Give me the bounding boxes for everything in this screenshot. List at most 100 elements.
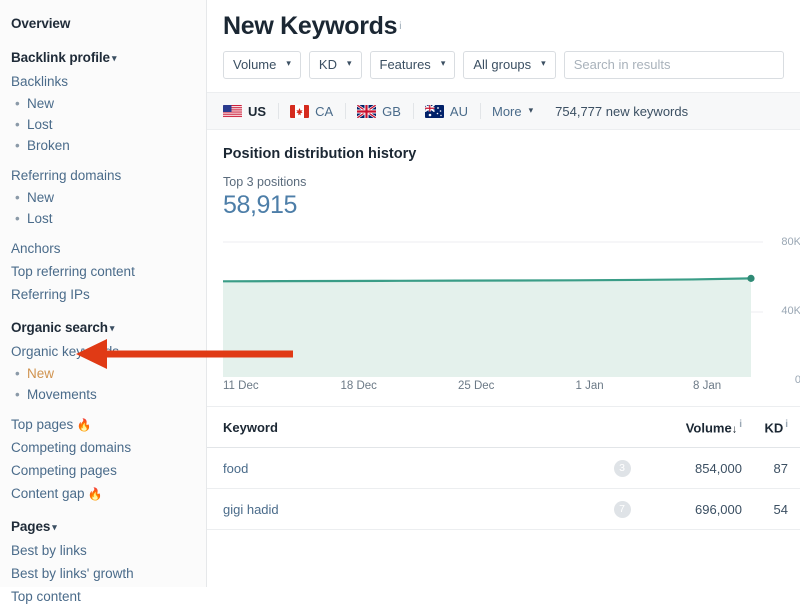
- sidebar-item-backlink-profile-backlinks[interactable]: Backlinks: [11, 70, 206, 93]
- main-content: New Keywords i Volume ▾ KD ▾ Features ▾ All gro…: [207, 0, 800, 587]
- bullet-icon: •: [15, 117, 20, 132]
- search-input[interactable]: [563, 51, 784, 79]
- app-window: Overview Backlink profile ▾ Backlinks • New…: [0, 0, 800, 604]
- sidebar-item-label: Organic keywords: [11, 344, 120, 359]
- chevron-down-icon: ▾: [440, 58, 446, 68]
- bullet-icon: •: [15, 366, 20, 381]
- more-countries-label: More: [491, 103, 522, 119]
- country-filter-au[interactable]: AU: [424, 103, 481, 119]
- sidebar-item-backlink-profile-referring-ips[interactable]: Referring IPs: [11, 283, 206, 306]
- sidebar-item-label: Top pages: [11, 417, 74, 432]
- sidebar-item-organic-search-top-pages[interactable]: Top pages 🔥: [11, 413, 206, 436]
- sidebar-group-backlink-profile[interactable]: Backlink profile ▾: [11, 44, 206, 70]
- cell-kd: 54: [773, 501, 788, 517]
- sidebar-item-organic-search-organic-keywords[interactable]: Organic keywords: [11, 340, 206, 363]
- sidebar-item-backlink-profile-broken[interactable]: • Broken: [11, 135, 206, 156]
- sort-descending-icon: ↓: [731, 423, 738, 436]
- sidebar-item-label: Overview: [11, 16, 71, 31]
- sidebar-item-label: Top content: [11, 589, 81, 604]
- country-filter-ca[interactable]: CA: [290, 103, 347, 119]
- bullet-icon: •: [15, 96, 20, 111]
- sidebar-item-backlink-profile-lost[interactable]: • Lost: [11, 114, 206, 135]
- sidebar-item-label: Top referring content: [11, 264, 135, 279]
- sidebar-item-label: New: [27, 190, 55, 205]
- x-axis-tick: 1 Jan: [575, 380, 604, 392]
- title-info-icon[interactable]: i: [399, 21, 401, 32]
- filter-all-groups-button[interactable]: All groups ▾: [463, 51, 556, 79]
- sidebar-item-pages-best-by-links-growth[interactable]: Best by links' growth: [11, 562, 206, 585]
- sidebar-item-label: Competing domains: [11, 440, 132, 455]
- chart-plot-area[interactable]: 80K 40K 0 11 Dec 18 Dec 25 Dec 1 Jan 8 Jan: [223, 232, 800, 394]
- keyword-link[interactable]: food: [223, 461, 248, 476]
- position-badge: 3: [613, 460, 631, 477]
- sidebar-item-organic-search-movements[interactable]: • Movements: [11, 384, 206, 405]
- sidebar-item-backlink-profile-anchors[interactable]: Anchors: [11, 237, 206, 260]
- kd-info-icon[interactable]: i: [785, 419, 788, 430]
- sidebar-item-organic-search-new[interactable]: • New: [11, 363, 206, 384]
- sidebar-item-label: Content gap: [11, 486, 85, 501]
- filter-kd-button[interactable]: KD ▾: [308, 51, 362, 79]
- x-axis-tick: 11 Dec: [223, 380, 259, 392]
- filter-volume-button[interactable]: Volume ▾: [223, 51, 301, 79]
- sidebar-item-organic-search-competing-pages[interactable]: Competing pages: [11, 459, 206, 482]
- table-row[interactable]: food 3 854,000 87: [207, 448, 800, 489]
- country-filter-gb[interactable]: GB: [357, 103, 414, 119]
- sidebar-nav-groups: Backlink profile ▾ Backlinks • New • Lost • Bro…: [11, 44, 206, 616]
- sidebar-item-label: Lost: [27, 211, 53, 226]
- keyword-link[interactable]: gigi hadid: [223, 502, 279, 517]
- sidebar-group-label: Pages: [11, 519, 51, 534]
- sidebar-item-label: Referring IPs: [11, 287, 90, 302]
- x-axis-tick: 25 Dec: [458, 380, 495, 392]
- sidebar-item-backlink-profile-referring-domains[interactable]: Referring domains: [11, 164, 206, 187]
- sidebar-item-backlink-profile-lost[interactable]: • Lost: [11, 208, 206, 229]
- filter-label: Volume: [233, 57, 277, 72]
- cell-position: 7: [592, 500, 652, 518]
- column-header-volume[interactable]: Volume↓ i: [652, 419, 742, 435]
- sidebar-item-pages-top-content[interactable]: Top content: [11, 585, 206, 608]
- sidebar-group-organic-search[interactable]: Organic search ▾: [11, 314, 206, 340]
- sidebar-item-label: Movements: [27, 387, 97, 402]
- filter-features-button[interactable]: Features ▾: [369, 51, 456, 79]
- new-keywords-count: 754,777 new keywords: [555, 103, 689, 119]
- chart-title: Position distribution history: [223, 146, 417, 162]
- sidebar-item-label: New: [27, 366, 55, 381]
- bullet-icon: •: [15, 190, 20, 205]
- sidebar-item-label: Best by links: [11, 543, 87, 558]
- filter-buttons: Volume ▾ KD ▾ Features ▾ All groups ▾: [223, 51, 556, 79]
- bullet-icon: •: [15, 138, 20, 153]
- filter-label: KD: [318, 57, 337, 72]
- flag-icon-us: [223, 104, 242, 118]
- sidebar-item-label: New: [27, 96, 55, 111]
- column-header-keyword[interactable]: Keyword: [223, 420, 592, 435]
- chevron-down-icon: ▾: [528, 104, 534, 115]
- table-header-row: Keyword Volume↓ i KD i: [207, 407, 800, 448]
- sidebar-item-organic-search-competing-domains[interactable]: Competing domains: [11, 436, 206, 459]
- more-countries-button[interactable]: More ▾: [492, 104, 533, 119]
- country-code-label: CA: [315, 103, 334, 119]
- country-filter-us[interactable]: US: [223, 103, 280, 119]
- filter-toolbar: Volume ▾ KD ▾ Features ▾ All groups ▾: [207, 41, 800, 79]
- sidebar-item-backlink-profile-top-referring-content[interactable]: Top referring content: [11, 260, 206, 283]
- sidebar-item-label: Competing pages: [11, 463, 117, 478]
- sidebar-item-organic-search-content-gap[interactable]: Content gap 🔥: [11, 482, 206, 505]
- sidebar-item-pages-best-by-links[interactable]: Best by links: [11, 539, 206, 562]
- sidebar-item-label: Referring domains: [11, 168, 122, 183]
- x-axis-tick: 8 Jan: [693, 380, 722, 392]
- chart-metric-value: 58,915: [223, 191, 298, 219]
- sidebar-group-label: Backlink profile: [11, 50, 110, 65]
- table-row[interactable]: gigi hadid 7 696,000 54: [207, 489, 800, 530]
- flag-icon-ca: [290, 104, 310, 118]
- filter-label: All groups: [473, 57, 532, 72]
- chevron-down-icon: ▾: [111, 53, 117, 63]
- sidebar-item-backlink-profile-new[interactable]: • New: [11, 187, 206, 208]
- flame-icon: 🔥: [73, 418, 92, 432]
- column-header-kd[interactable]: KD i: [742, 419, 788, 435]
- sidebar-group-pages[interactable]: Pages ▾: [11, 513, 206, 539]
- sidebar-item-backlink-profile-new[interactable]: • New: [11, 93, 206, 114]
- cell-keyword: gigi hadid: [223, 502, 592, 517]
- cell-kd: 87: [773, 460, 788, 476]
- sidebar-item-overview[interactable]: Overview: [11, 10, 206, 36]
